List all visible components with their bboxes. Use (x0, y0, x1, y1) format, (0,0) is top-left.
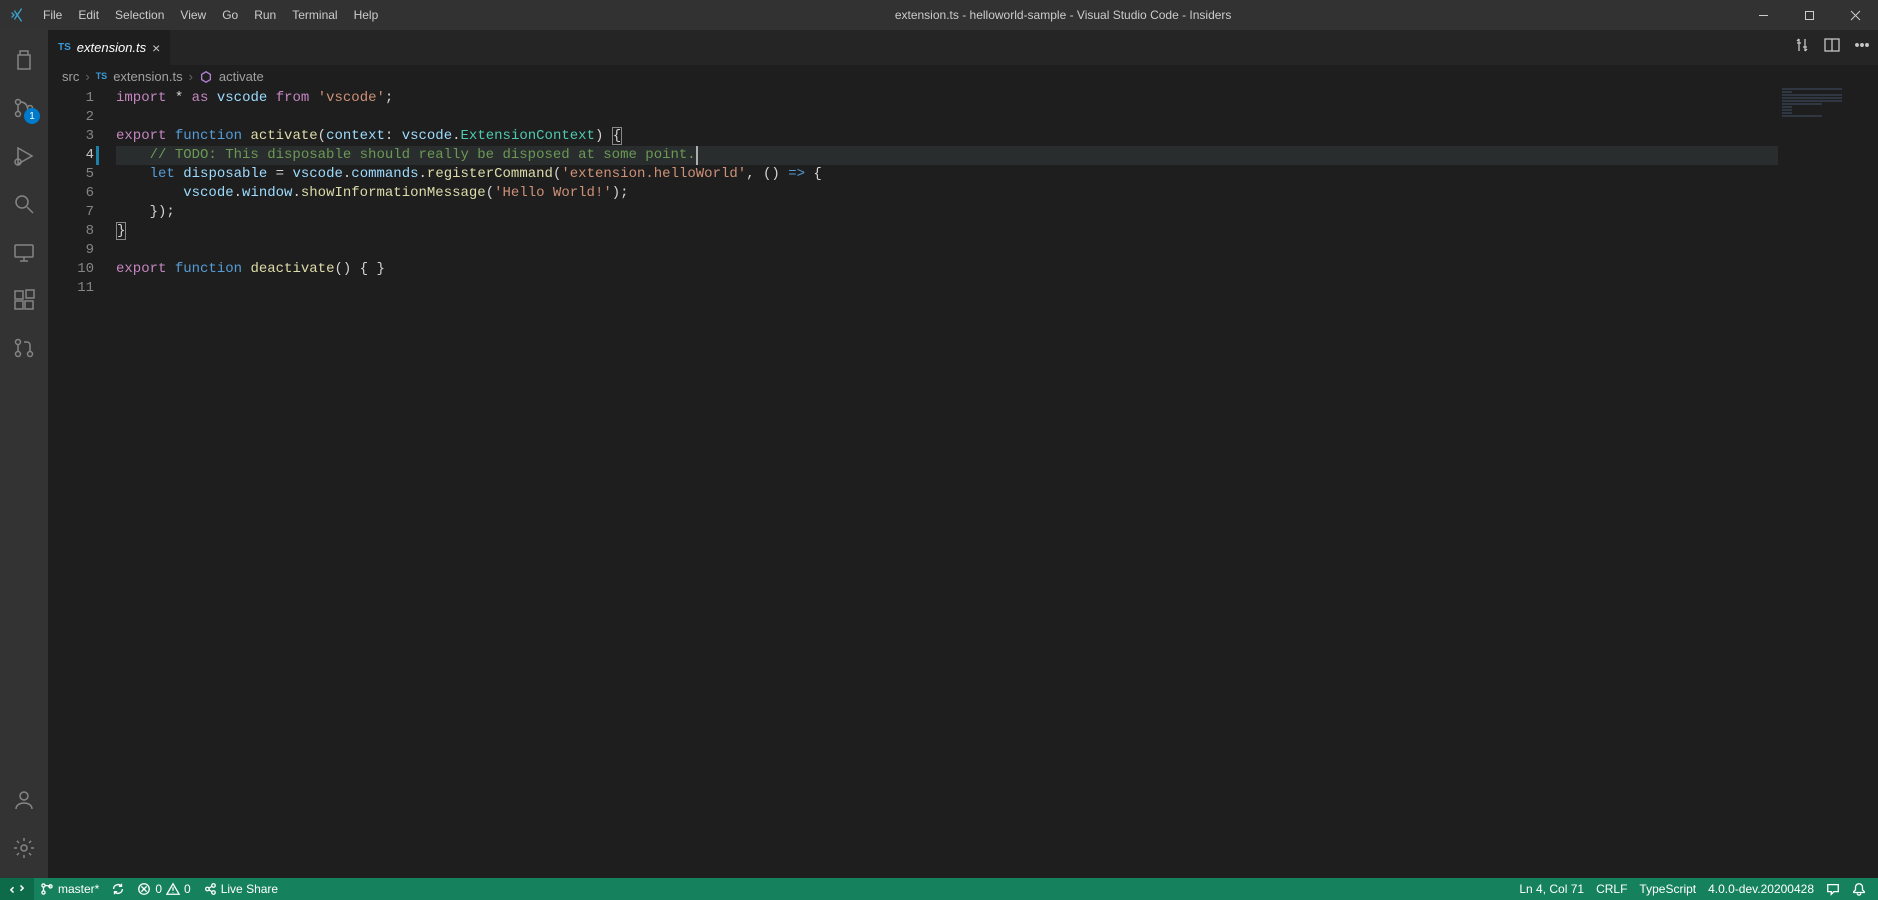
explorer-icon[interactable] (0, 36, 48, 84)
breadcrumb-symbol[interactable]: activate (219, 69, 264, 84)
run-debug-icon[interactable] (0, 132, 48, 180)
menu-run[interactable]: Run (246, 0, 284, 30)
eol-indicator[interactable]: CRLF (1590, 878, 1633, 900)
menu-selection[interactable]: Selection (107, 0, 172, 30)
remote-explorer-icon[interactable] (0, 228, 48, 276)
close-button[interactable] (1832, 0, 1878, 30)
method-symbol-icon (199, 68, 213, 84)
close-tab-icon[interactable]: × (152, 41, 160, 55)
editor-group: TS extension.ts × src › TS extension.ts … (48, 30, 1878, 878)
menu-edit[interactable]: Edit (70, 0, 107, 30)
chevron-right-icon: › (189, 69, 193, 84)
menu-terminal[interactable]: Terminal (284, 0, 345, 30)
editor-tabs: TS extension.ts × (48, 30, 1878, 65)
code-area[interactable]: import * as vscode from 'vscode'; export… (116, 89, 1778, 878)
breadcrumbs[interactable]: src › TS extension.ts › activate (48, 65, 1878, 87)
minimize-button[interactable] (1740, 0, 1786, 30)
maximize-button[interactable] (1786, 0, 1832, 30)
text-cursor (696, 146, 698, 165)
compare-changes-icon[interactable] (1794, 37, 1810, 58)
scm-badge: 1 (24, 108, 40, 124)
git-branch-indicator[interactable]: master* (34, 878, 105, 900)
activity-bar: 1 (0, 30, 48, 878)
more-actions-icon[interactable] (1854, 37, 1870, 58)
window-controls (1740, 0, 1878, 30)
window-title: extension.ts - helloworld-sample - Visua… (386, 8, 1740, 22)
source-control-icon[interactable]: 1 (0, 84, 48, 132)
feedback-icon[interactable] (1820, 878, 1846, 900)
github-pr-icon[interactable] (0, 324, 48, 372)
main-area: 1 (0, 30, 1878, 878)
typescript-file-icon: TS (96, 71, 108, 81)
sync-changes-button[interactable] (105, 878, 131, 900)
editor[interactable]: 1 2 3 4 5 6 7 8 9 10 11 import * as vsco… (48, 87, 1878, 878)
titlebar: File Edit Selection View Go Run Terminal… (0, 0, 1878, 30)
minimap[interactable] (1778, 87, 1878, 878)
menu-help[interactable]: Help (346, 0, 387, 30)
menu-file[interactable]: File (35, 0, 70, 30)
remote-indicator[interactable] (0, 878, 34, 900)
live-share-button[interactable]: Live Share (197, 878, 284, 900)
notifications-icon[interactable] (1846, 878, 1872, 900)
problems-indicator[interactable]: 0 0 (131, 878, 196, 900)
tab-actions (1794, 30, 1878, 65)
accounts-icon[interactable] (0, 776, 48, 824)
menu-view[interactable]: View (172, 0, 214, 30)
extensions-icon[interactable] (0, 276, 48, 324)
tab-extension-ts[interactable]: TS extension.ts × (48, 30, 171, 65)
menu-bar: File Edit Selection View Go Run Terminal… (35, 0, 386, 30)
typescript-version[interactable]: 4.0.0-dev.20200428 (1702, 878, 1820, 900)
breadcrumb-file[interactable]: extension.ts (113, 69, 182, 84)
vscode-logo-icon (0, 7, 35, 23)
status-bar: master* 0 0 Live Share Ln 4, Col 71 CRLF… (0, 878, 1878, 900)
breadcrumb-folder[interactable]: src (62, 69, 79, 84)
language-mode[interactable]: TypeScript (1633, 878, 1702, 900)
cursor-position[interactable]: Ln 4, Col 71 (1513, 878, 1590, 900)
search-icon[interactable] (0, 180, 48, 228)
typescript-file-icon: TS (58, 42, 71, 53)
split-editor-icon[interactable] (1824, 37, 1840, 58)
line-number-gutter[interactable]: 1 2 3 4 5 6 7 8 9 10 11 (48, 89, 116, 878)
tab-label: extension.ts (77, 40, 146, 55)
menu-go[interactable]: Go (214, 0, 246, 30)
modified-line-indicator (96, 146, 99, 165)
chevron-right-icon: › (85, 69, 89, 84)
settings-gear-icon[interactable] (0, 824, 48, 872)
